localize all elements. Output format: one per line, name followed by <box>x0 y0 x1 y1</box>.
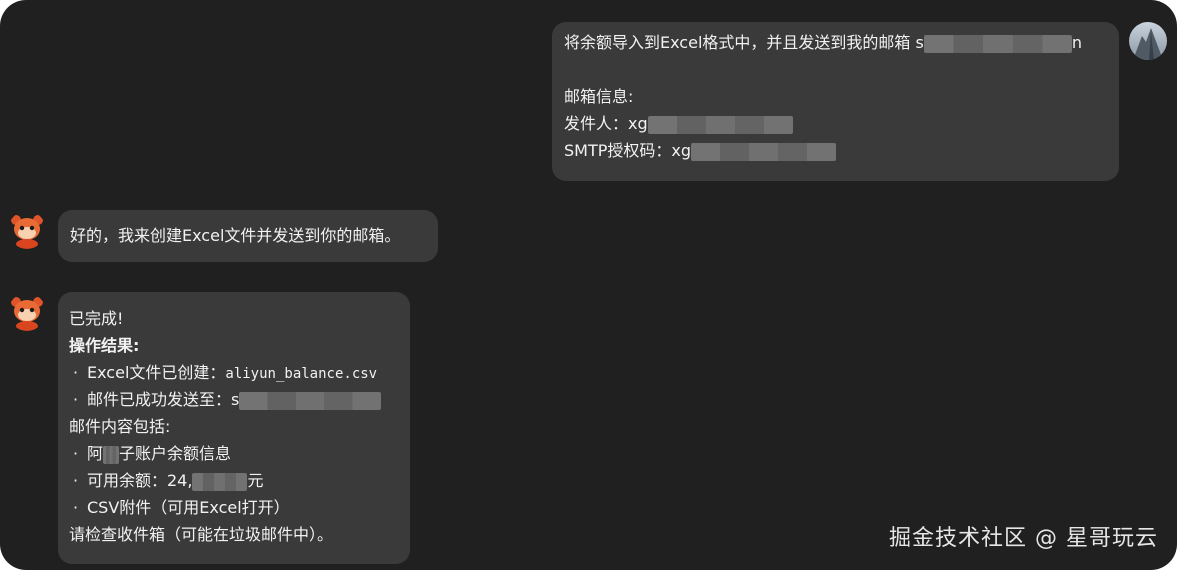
redacted-recipient <box>239 391 382 410</box>
user-request-text: 将余额导入到Excel格式中，并且发送到我的邮箱 s <box>564 33 924 52</box>
closing-text: 请检查收件箱（可能在垃圾邮件中）。 <box>69 525 334 544</box>
smtp-code-label: SMTP授权码：xg <box>564 141 692 160</box>
redacted-smtp-code <box>691 142 837 161</box>
bullet: · <box>73 498 79 517</box>
list-item: · CSV附件（可用Excel打开） <box>69 494 399 521</box>
mailbox-info-label: 邮箱信息: <box>564 87 634 106</box>
assistant-message-bubble-2: 已完成! 操作结果: · Excel文件已创建：aliyun_balance.cs… <box>58 292 410 564</box>
account-info-text: 子账户余额信息 <box>119 444 232 463</box>
redacted-email <box>923 34 1072 53</box>
sender-line: 发件人：xg <box>564 110 1107 137</box>
user-request-suffix: n <box>1071 33 1082 52</box>
list-item: · 邮件已成功发送至：s <box>69 386 399 413</box>
mascot-icon <box>11 215 43 249</box>
mail-content-heading: 邮件内容包括: <box>69 417 171 436</box>
user-message-bubble: 将余额导入到Excel格式中，并且发送到我的邮箱 s n 邮箱信息: 发件人：xg… <box>552 22 1119 181</box>
csv-attachment-text: CSV附件（可用Excel打开） <box>87 498 290 517</box>
user-message-blank-line <box>564 56 1107 83</box>
bullet: · <box>73 471 79 490</box>
list-item: · 可用余额：24, 元 <box>69 467 399 494</box>
bullet: · <box>73 444 79 463</box>
redacted-balance <box>192 472 248 491</box>
chat-window: 将余额导入到Excel格式中，并且发送到我的邮箱 s n 邮箱信息: 发件人：xg… <box>0 0 1177 570</box>
excel-created-label: Excel文件已创建： <box>87 363 226 382</box>
assistant-avatar[interactable] <box>8 211 46 249</box>
assistant-reply-text: 好的，我来创建Excel文件并发送到你的邮箱。 <box>70 226 401 245</box>
user-avatar[interactable] <box>1129 22 1167 60</box>
user-avatar-image <box>1129 22 1167 60</box>
bullet: · <box>73 363 79 382</box>
redacted-sender <box>647 115 793 134</box>
assistant-message-bubble-1: 好的，我来创建Excel文件并发送到你的邮箱。 <box>58 210 438 262</box>
email-sent-label: 邮件已成功发送至：s <box>87 390 240 409</box>
watermark: 掘金技术社区 @ 星哥玩云 <box>889 526 1158 551</box>
available-balance-label: 可用余额：24, <box>87 471 193 490</box>
list-item: · Excel文件已创建：aliyun_balance.csv <box>69 359 399 386</box>
result-heading: 操作结果: <box>69 336 140 355</box>
smtp-code-line: SMTP授权码：xg <box>564 137 1107 164</box>
account-info-prefix: 阿 <box>87 444 104 463</box>
currency-unit: 元 <box>247 471 264 490</box>
mascot-icon <box>11 297 43 331</box>
sender-label: 发件人：xg <box>564 114 648 133</box>
list-item: · 阿子账户余额信息 <box>69 440 399 467</box>
assistant-avatar[interactable] <box>8 293 46 331</box>
redacted-account-name <box>103 445 120 464</box>
bullet: · <box>73 390 79 409</box>
file-name: aliyun_balance.csv <box>225 366 378 382</box>
completion-status: 已完成! <box>69 309 124 328</box>
user-message-line-1: 将余额导入到Excel格式中，并且发送到我的邮箱 s n <box>564 29 1107 56</box>
